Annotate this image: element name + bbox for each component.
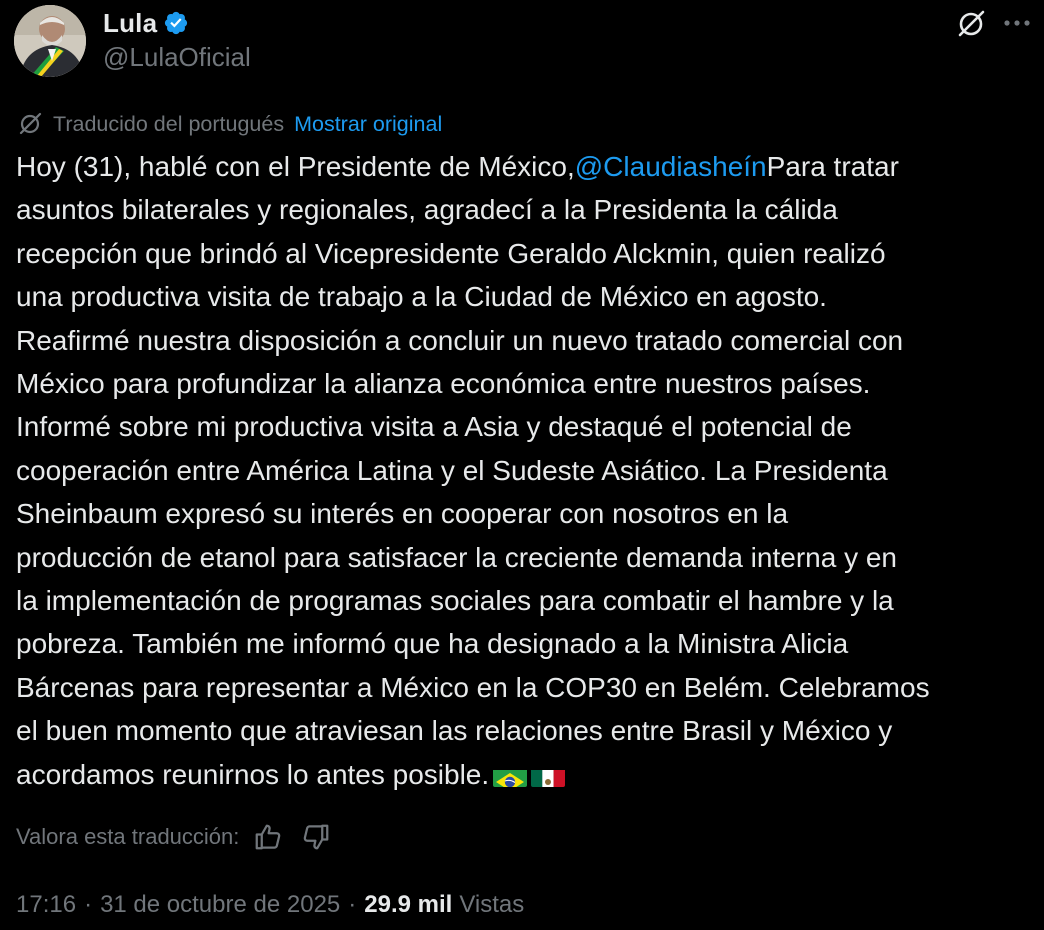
- translation-label: Traducido del portugués: [53, 111, 285, 136]
- tweet-time[interactable]: 17:16: [16, 891, 76, 919]
- tweet-line: Informé sobre mi productiva visita a Asi…: [16, 411, 852, 443]
- verified-badge-icon[interactable]: [163, 10, 189, 36]
- grok-translate-icon: [19, 112, 42, 135]
- meta-separator: ·: [348, 891, 357, 918]
- tweet-line: Hoy (31), hablé con el Presidente de Méx…: [16, 145, 1028, 188]
- tweet-line: asuntos bilaterales y regionales, agrade…: [16, 194, 838, 226]
- mention-link[interactable]: @Claudiasheín: [575, 151, 767, 182]
- author-display-name[interactable]: Lula: [103, 8, 157, 39]
- tweet-line-text: Hoy (31), hablé con el Presidente de Méx…: [16, 151, 575, 182]
- tweet-meta: 17:16 · 31 de octubre de 2025 · 29.9 mil…: [16, 888, 524, 922]
- author-handle[interactable]: @LulaOficial: [103, 42, 251, 73]
- tweet-date[interactable]: 31 de octubre de 2025: [100, 891, 340, 919]
- tweet-line: recepción que brindó al Vicepresidente G…: [16, 237, 886, 269]
- tweet-text: Hoy (31), hablé con el Presidente de Méx…: [16, 145, 1028, 796]
- rate-translation: Valora esta traducción:: [16, 820, 331, 854]
- tweet-line: Sheinbaum expresó su interés en cooperar…: [16, 498, 789, 530]
- tweet-line-text: Para tratar: [766, 151, 899, 182]
- tweet-line: Bárcenas para representar a México en la…: [16, 671, 930, 703]
- tweet-line: una productiva visita de trabajo a la Ci…: [16, 281, 827, 313]
- tweet-line: México para profundizar la alianza econó…: [16, 368, 871, 400]
- meta-separator: ·: [84, 891, 93, 918]
- tweet-line: acordamos reunirnos lo antes posible.: [16, 753, 1028, 796]
- avatar[interactable]: [14, 5, 86, 77]
- grok-icon[interactable]: [955, 8, 987, 40]
- tweet-line: Reafirmé nuestra disposición a concluir …: [16, 324, 904, 356]
- thumbs-up-icon[interactable]: [253, 822, 283, 852]
- views-count[interactable]: 29.9 mil: [364, 891, 452, 919]
- translation-notice: Traducido del portugués Mostrar original: [17, 109, 442, 139]
- author-name-row: Lula: [103, 6, 189, 40]
- tweet-line: el buen momento que atraviesan las relac…: [16, 715, 893, 747]
- profile-photo: [14, 5, 86, 77]
- rate-translation-label: Valora esta traducción:: [16, 824, 240, 849]
- tweet-line: la implementación de programas sociales …: [16, 585, 894, 617]
- thumbs-down-icon[interactable]: [301, 822, 331, 852]
- show-original-link[interactable]: Mostrar original: [294, 112, 442, 137]
- more-options-icon[interactable]: [1000, 6, 1034, 40]
- brazil-flag-icon: [493, 763, 528, 787]
- tweet-line: cooperación entre América Latina y el Su…: [16, 454, 888, 486]
- mexico-flag-icon: [531, 763, 566, 787]
- tweet-line-text: acordamos reunirnos lo antes posible.: [16, 758, 490, 790]
- tweet-line: producción de etanol para satisfacer la …: [16, 541, 897, 573]
- tweet-line: pobreza. También me informó que ha desig…: [16, 628, 849, 660]
- views-label: Vistas: [459, 891, 525, 918]
